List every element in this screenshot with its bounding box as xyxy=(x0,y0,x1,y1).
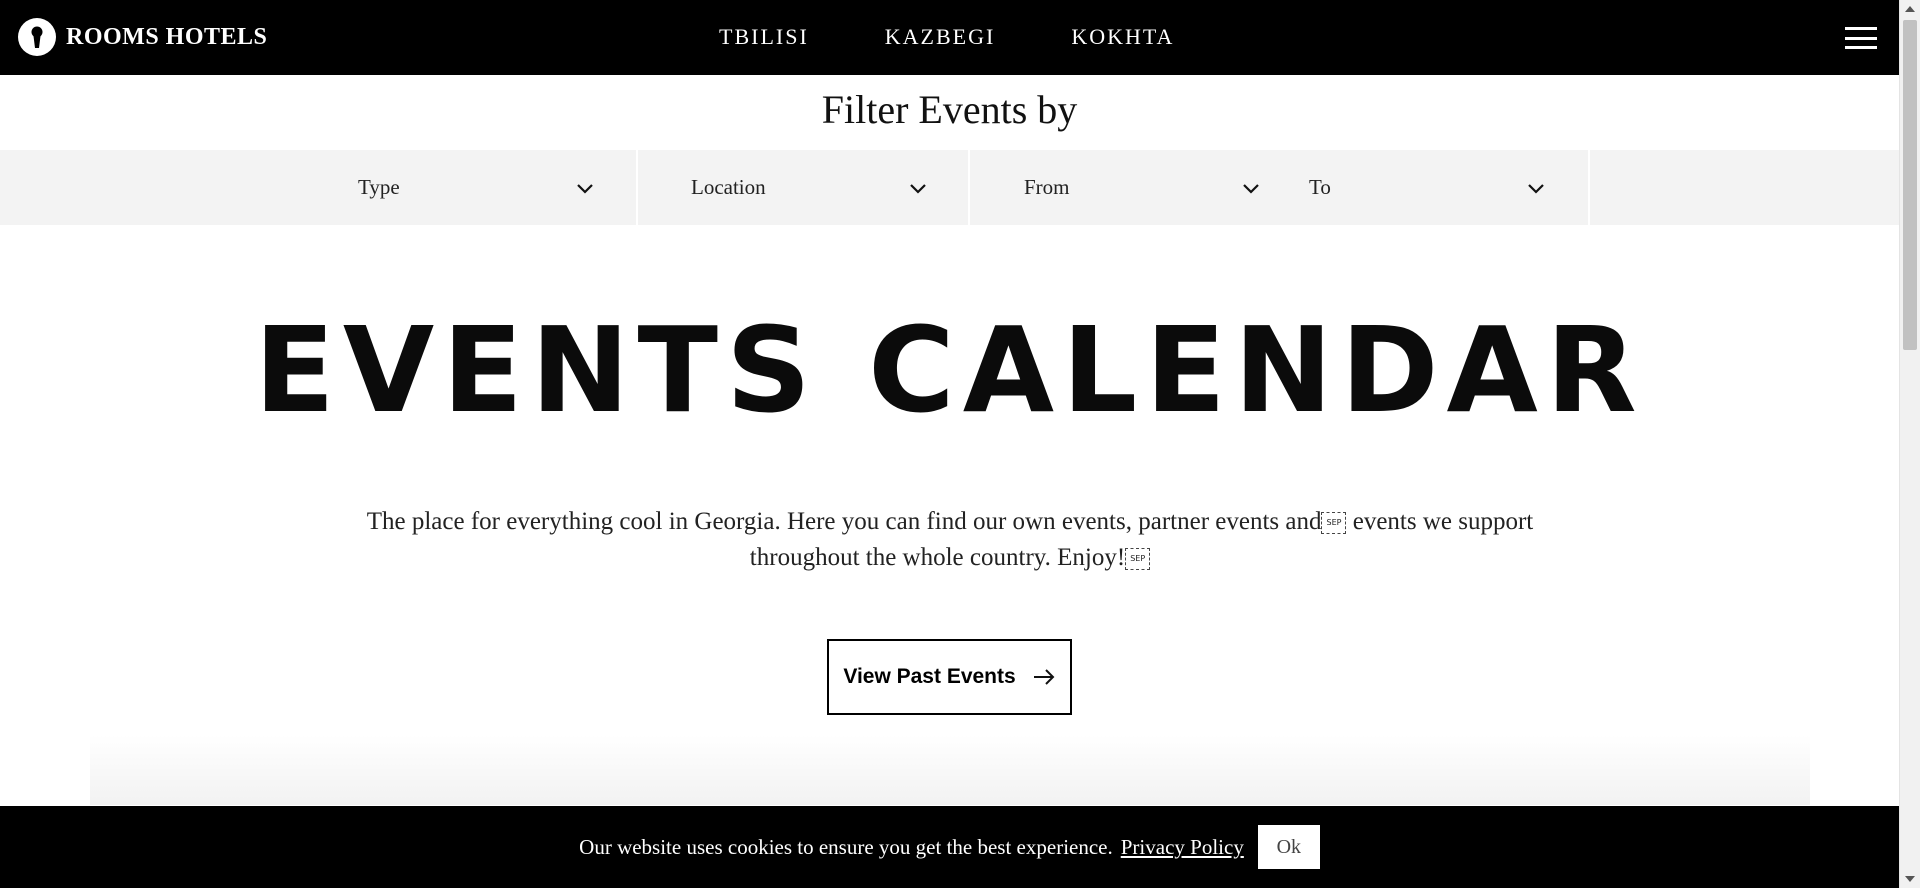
filter-to-dropdown[interactable]: To xyxy=(1309,150,1545,225)
intro-text: The place for everything cool in Georgia… xyxy=(350,504,1550,576)
page-title: EVENTS CALENDAR xyxy=(254,301,1645,439)
nav-link-kazbegi[interactable]: KAZBEGI xyxy=(885,24,996,50)
scroll-down-arrow-icon[interactable] xyxy=(1905,876,1915,882)
main-navigation: TBILISI KAZBEGI KOKHTA xyxy=(719,24,1174,50)
filter-from-label: From xyxy=(1024,175,1070,199)
chevron-down-icon xyxy=(577,183,593,194)
brand-name: ROOMS HOTELS xyxy=(66,23,268,50)
privacy-policy-link[interactable]: Privacy Policy xyxy=(1121,835,1244,860)
brand-logo[interactable]: ROOMS HOTELS xyxy=(18,18,267,56)
arrow-right-icon xyxy=(1033,669,1055,685)
chevron-down-icon xyxy=(1528,183,1544,194)
chevron-down-icon xyxy=(1243,183,1259,194)
chevron-down-icon xyxy=(910,183,926,194)
filter-location-dropdown[interactable]: Location xyxy=(691,150,927,225)
top-navigation-bar: ROOMS HOTELS TBILISI KAZBEGI KOKHTA xyxy=(0,0,1899,75)
cookie-ok-button[interactable]: Ok xyxy=(1257,825,1320,869)
page-scrollbar[interactable] xyxy=(1899,0,1920,888)
nav-link-kokhta[interactable]: KOKHTA xyxy=(1071,24,1174,50)
filter-from-dropdown[interactable]: From xyxy=(1024,150,1260,225)
filter-bar: Type Location From To xyxy=(0,150,1899,225)
cookie-message: Our website uses cookies to ensure you g… xyxy=(579,834,1113,859)
nav-link-tbilisi[interactable]: TBILISI xyxy=(719,24,809,50)
scrollbar-thumb[interactable] xyxy=(1903,20,1917,350)
filter-type-dropdown[interactable]: Type xyxy=(358,150,594,225)
cookie-banner: Our website uses cookies to ensure you g… xyxy=(0,806,1899,888)
sep-placeholder-glyph: SEP xyxy=(1125,548,1151,571)
filter-location-label: Location xyxy=(691,175,766,199)
filter-to-label: To xyxy=(1309,175,1331,199)
filter-divider xyxy=(1588,150,1590,225)
filter-divider xyxy=(636,150,638,225)
content-fade xyxy=(90,735,1810,805)
filter-title: Filter Events by xyxy=(821,87,1078,132)
sep-placeholder-glyph: SEP xyxy=(1321,512,1347,535)
menu-icon[interactable] xyxy=(1845,27,1877,49)
filter-divider xyxy=(968,150,970,225)
filter-type-label: Type xyxy=(358,175,400,199)
view-past-events-button[interactable]: View Past Events xyxy=(827,639,1072,715)
intro-text-part1: The place for everything cool in Georgia… xyxy=(366,508,1322,535)
view-past-events-label: View Past Events xyxy=(843,665,1016,688)
scroll-up-arrow-icon[interactable] xyxy=(1905,6,1915,12)
keyhole-logo-icon xyxy=(18,18,56,56)
